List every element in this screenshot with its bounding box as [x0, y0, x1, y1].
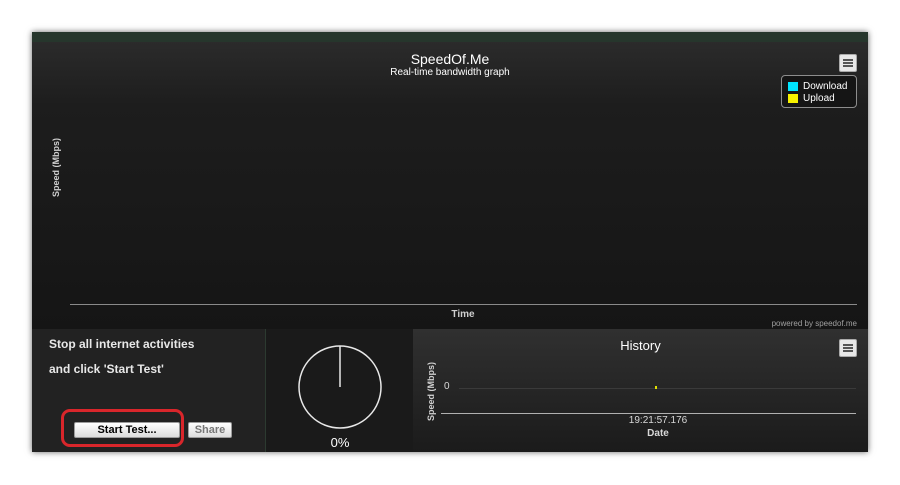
download-swatch: [788, 81, 798, 91]
history-title: History: [620, 338, 661, 353]
progress-panel: 0%: [265, 329, 414, 452]
graph-title: SpeedOf.Me: [410, 51, 490, 67]
progress-percent: 0%: [330, 435, 350, 450]
share-button[interactable]: Share: [188, 422, 232, 438]
legend-item-upload[interactable]: Upload: [788, 92, 835, 104]
bottom-panels: Stop all internet activities and click '…: [32, 329, 868, 452]
graph-legend: Download Upload: [781, 75, 857, 108]
history-x-tick: 19:21:57.176: [628, 415, 688, 426]
legend-label-download: Download: [803, 80, 848, 92]
bandwidth-graph: SpeedOf.Me Real-time bandwidth graph Dow…: [32, 42, 868, 329]
progress-gauge: [298, 345, 382, 429]
history-panel: History Speed (Mbps) 0 19:21:57.176 Date: [413, 329, 868, 452]
history-data-point: [655, 386, 657, 389]
graph-x-axis-label: Time: [451, 309, 475, 320]
top-strip: [32, 32, 868, 42]
legend-item-download[interactable]: Download: [788, 80, 847, 92]
history-menu-button[interactable]: [839, 339, 857, 357]
history-y-tick: 0: [444, 381, 450, 392]
instructions-panel: Stop all internet activities and click '…: [32, 329, 265, 452]
history-x-axis-label: Date: [647, 428, 669, 439]
legend-label-upload: Upload: [803, 92, 835, 104]
credit-link[interactable]: powered by speedof.me: [772, 319, 857, 328]
graph-subtitle: Real-time bandwidth graph: [390, 67, 510, 78]
upload-swatch: [788, 93, 798, 103]
history-y-axis-label: Speed (Mbps): [426, 361, 436, 421]
speedtest-app: SpeedOf.Me Real-time bandwidth graph Dow…: [32, 32, 868, 452]
graph-menu-button[interactable]: [839, 54, 857, 72]
graph-x-axis: [70, 304, 857, 305]
history-gridline: [459, 388, 856, 389]
start-test-button[interactable]: Start Test...: [74, 422, 180, 438]
instruction-line-2: and click 'Start Test': [49, 362, 164, 376]
instruction-line-1: Stop all internet activities: [49, 337, 195, 351]
graph-y-axis-label: Speed (Mbps): [51, 137, 61, 197]
history-x-axis: [441, 413, 856, 414]
